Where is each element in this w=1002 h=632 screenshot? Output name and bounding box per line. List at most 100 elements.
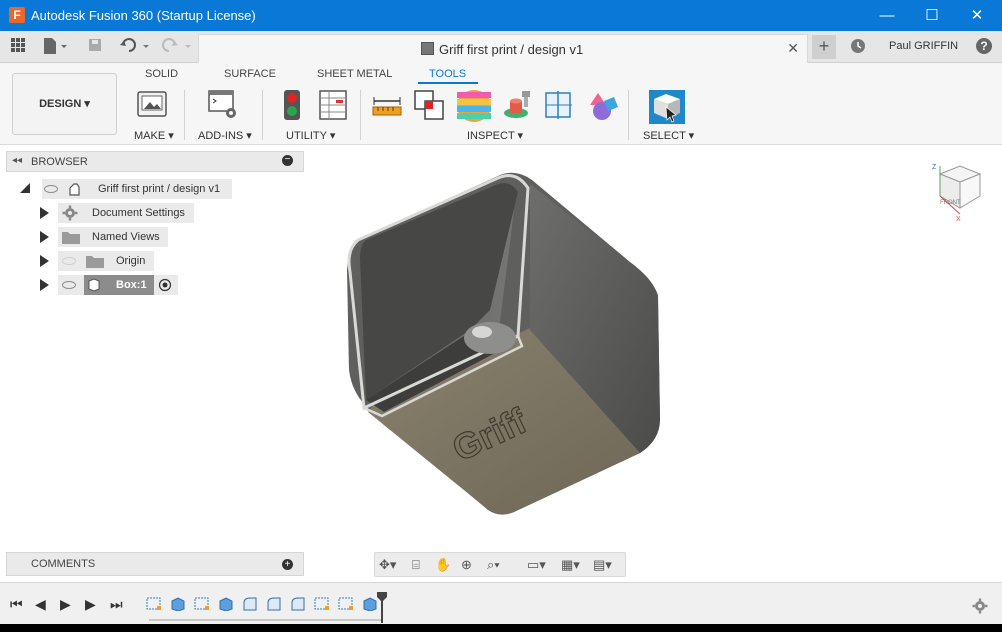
bottom-edge <box>0 624 1002 632</box>
expand-triangle-icon[interactable] <box>40 231 49 243</box>
minus-circle-icon[interactable]: − <box>282 155 293 166</box>
activate-radio-icon[interactable] <box>158 278 172 292</box>
zoom-fit-icon[interactable]: ⌕▾ <box>487 557 500 573</box>
comments-panel-header[interactable]: COMMENTS + <box>6 552 304 576</box>
help-icon[interactable]: ? <box>974 37 994 57</box>
expand-triangle-icon[interactable] <box>40 255 49 267</box>
draft-analysis-icon[interactable] <box>502 89 534 121</box>
extrude-feature-icon[interactable] <box>170 597 186 611</box>
timeline-marker[interactable] <box>376 591 388 623</box>
sketch-feature-icon[interactable] <box>314 597 330 611</box>
zebra-analysis-icon[interactable] <box>456 89 492 122</box>
grid-settings-icon[interactable]: ▦▾ <box>561 557 580 573</box>
data-panel-grid-icon[interactable] <box>8 37 28 57</box>
add-ins-menu[interactable]: ADD-INS ▾ <box>198 129 252 142</box>
scripts-addins-icon[interactable] <box>207 89 239 121</box>
3d-print-icon[interactable] <box>136 89 168 121</box>
navigation-bar: ✥▾ ⌸ ✋ ⊕ ⌕▾ ▭▾ ▦▾ ▤▾ <box>374 552 626 577</box>
view-cube[interactable]: FRONT Z X <box>926 160 990 222</box>
workspace-switcher[interactable]: DESIGN ▾ <box>12 73 117 135</box>
comments-title: COMMENTS <box>31 558 96 570</box>
timeline-settings-gear-icon[interactable] <box>972 598 988 614</box>
file-menu-icon[interactable] <box>40 37 70 57</box>
ribbon-divider <box>628 90 629 140</box>
expand-triangle-icon[interactable] <box>40 207 49 219</box>
close-tab-button[interactable]: ✕ <box>787 40 799 57</box>
parameters-table-icon[interactable] <box>317 89 349 121</box>
save-icon[interactable] <box>86 37 104 57</box>
assembly-document-icon <box>69 183 80 196</box>
browser-panel-header[interactable]: ◂◂ BROWSER − <box>6 151 304 172</box>
tree-row-box1[interactable]: Box:1 <box>38 275 198 295</box>
document-tab[interactable]: Griff first print / design v1 ✕ <box>198 34 808 63</box>
step-forward-icon[interactable]: ▶ <box>85 596 96 613</box>
inspect-label: INSPECT <box>467 130 515 142</box>
timeline-track <box>149 619 382 621</box>
fillet-feature-icon[interactable] <box>290 597 306 611</box>
look-at-icon[interactable]: ⌸ <box>412 557 420 573</box>
orbit-icon[interactable]: ✥▾ <box>379 557 396 573</box>
tab-tools[interactable]: TOOLS <box>429 68 466 80</box>
sketch-feature-icon[interactable] <box>194 597 210 611</box>
box1-label: Box:1 <box>116 279 147 291</box>
tree-row-origin[interactable]: Origin <box>38 251 198 271</box>
chevron-down-icon: ▾ <box>84 98 90 110</box>
close-window-button[interactable]: ✕ <box>954 0 1000 31</box>
go-to-start-icon[interactable]: ⏮ <box>10 596 23 613</box>
play-icon[interactable]: ▶ <box>60 596 71 613</box>
tab-surface[interactable]: SURFACE <box>224 68 276 80</box>
make-menu[interactable]: MAKE ▾ <box>134 129 174 142</box>
interference-icon[interactable] <box>413 89 445 121</box>
pan-hand-icon[interactable]: ✋ <box>435 557 451 573</box>
tree-row-document-settings[interactable]: Document Settings <box>38 203 198 223</box>
utility-label: UTILITY <box>286 130 327 142</box>
extrude-feature-icon[interactable] <box>218 597 234 611</box>
fillet-feature-icon[interactable] <box>242 597 258 611</box>
display-settings-icon[interactable]: ▭▾ <box>527 557 546 573</box>
expand-triangle-icon[interactable] <box>40 279 49 291</box>
workspace-label: DESIGN <box>39 98 82 110</box>
measure-icon[interactable] <box>371 89 403 121</box>
select-menu[interactable]: SELECT ▾ <box>643 129 694 142</box>
fusion-app-window: F Autodesk Fusion 360 (Startup License) … <box>0 0 1002 632</box>
eye-hidden-icon[interactable] <box>62 257 76 265</box>
minimize-button[interactable]: — <box>864 0 910 31</box>
eye-visibility-icon[interactable] <box>44 185 58 193</box>
root-document-label: Griff first print / design v1 <box>98 183 221 195</box>
select-tool-icon[interactable] <box>648 89 686 124</box>
step-back-icon[interactable]: ◀ <box>35 596 46 613</box>
new-tab-button[interactable]: + <box>812 35 836 59</box>
origin-label: Origin <box>116 255 146 267</box>
zoom-window-icon[interactable]: ⊕ <box>461 557 472 573</box>
sketch-feature-icon[interactable] <box>338 597 354 611</box>
inspect-menu[interactable]: INSPECT ▾ <box>467 129 523 142</box>
box-model[interactable]: Griff <box>347 172 660 515</box>
tree-row-root[interactable]: Griff first print / design v1 <box>18 179 258 199</box>
traffic-light-icon[interactable] <box>276 89 308 121</box>
undo-icon[interactable] <box>118 37 152 57</box>
folder-icon <box>86 256 104 268</box>
job-status-clock-icon[interactable] <box>848 37 868 57</box>
component-color-cycling-icon[interactable] <box>586 89 618 121</box>
fillet-feature-icon[interactable] <box>266 597 282 611</box>
redo-icon[interactable] <box>160 37 194 57</box>
viewports-icon[interactable]: ▤▾ <box>593 557 612 573</box>
section-analysis-icon[interactable] <box>544 89 576 121</box>
eye-visibility-icon[interactable] <box>62 281 76 289</box>
svg-text:X: X <box>956 216 961 222</box>
user-account-name[interactable]: Paul GRIFFIN <box>889 40 958 52</box>
collapse-panel-icon[interactable]: ◂◂ <box>12 155 22 166</box>
3d-viewport[interactable]: Griff <box>300 150 920 545</box>
plus-circle-icon[interactable]: + <box>282 559 293 570</box>
tab-solid[interactable]: SOLID <box>145 68 178 80</box>
tab-sheet-metal[interactable]: SHEET METAL <box>317 68 392 80</box>
sketch-feature-icon[interactable] <box>146 597 162 611</box>
expanded-triangle-icon[interactable] <box>20 183 30 193</box>
timeline-bar: ⏮ ◀ ▶ ▶ ⏭ <box>0 582 1002 624</box>
maximize-button[interactable]: ☐ <box>909 0 955 31</box>
go-to-end-icon[interactable]: ⏭ <box>110 596 123 613</box>
tree-row-named-views[interactable]: Named Views <box>38 227 198 247</box>
utility-menu[interactable]: UTILITY ▾ <box>286 129 335 142</box>
ribbon-divider <box>360 90 361 140</box>
toolbar-ribbon: DESIGN ▾ SOLID SURFACE SHEET METAL TOOLS… <box>0 63 1002 145</box>
